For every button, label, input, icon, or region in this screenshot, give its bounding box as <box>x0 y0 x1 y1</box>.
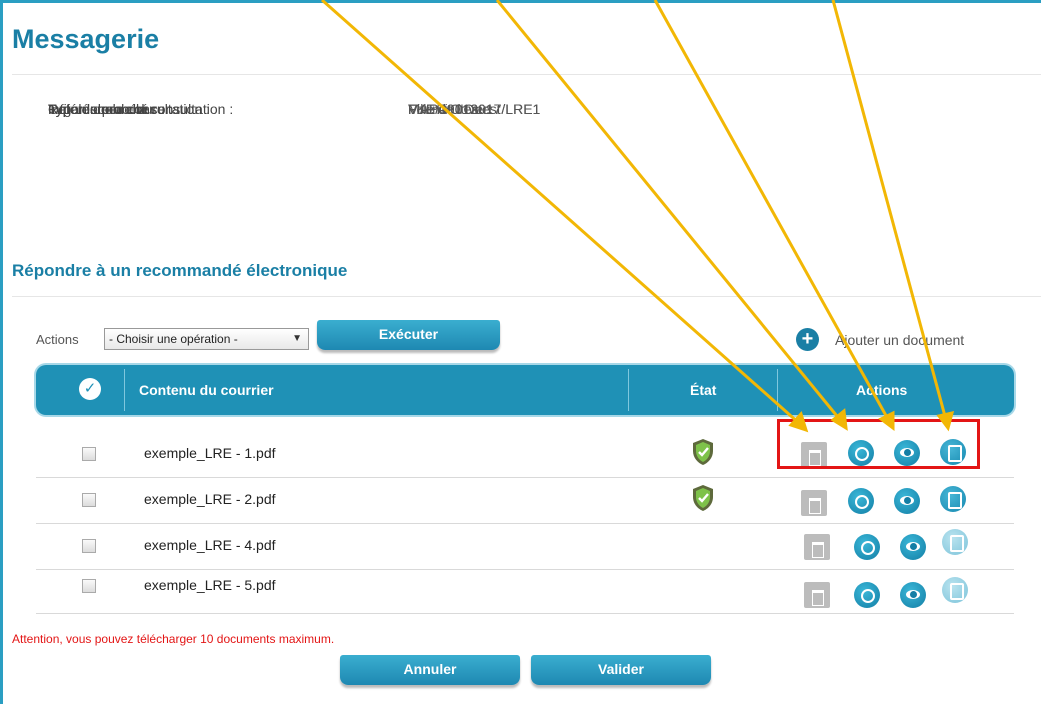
annotation-arrowhead <box>936 410 955 432</box>
annotation-arrow <box>321 0 801 426</box>
annotation-arrow <box>495 0 843 422</box>
annotation-arrowhead <box>878 410 895 431</box>
annotation-arrow <box>831 0 948 421</box>
annotation-arrow <box>653 0 891 422</box>
annotation-arrows <box>321 0 955 433</box>
